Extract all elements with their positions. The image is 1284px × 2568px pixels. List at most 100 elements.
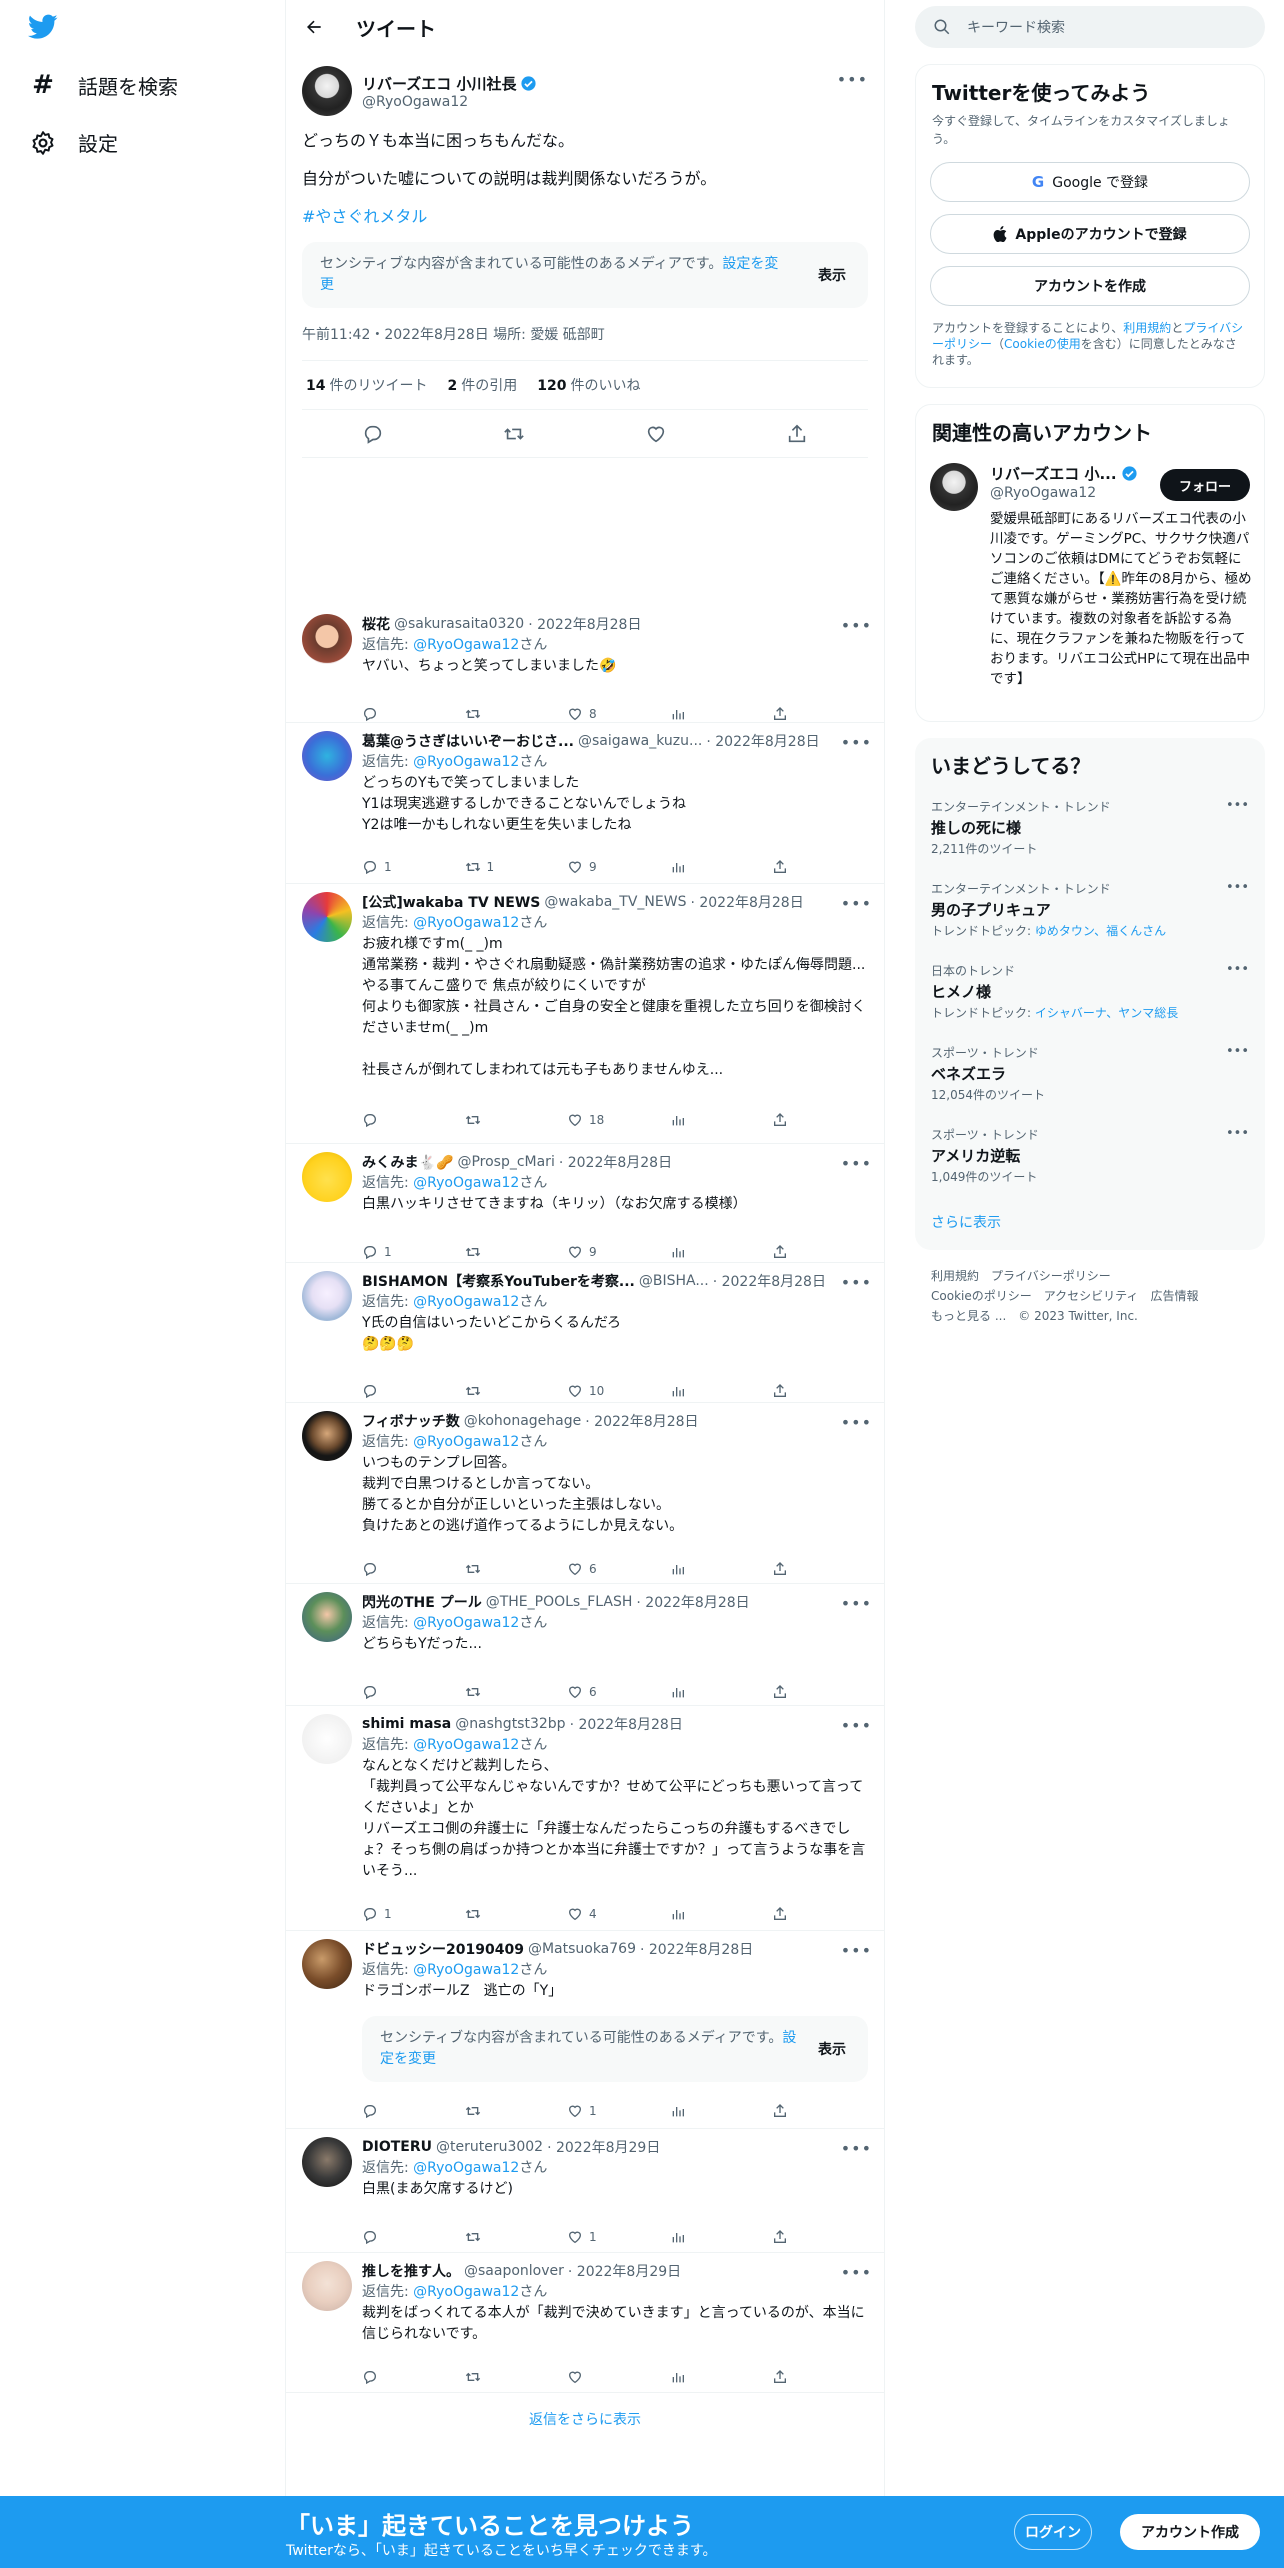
share-icon[interactable]	[772, 1906, 792, 1922]
more-options-icon[interactable]: •••	[837, 70, 868, 89]
reply-avatar[interactable]	[302, 1714, 352, 1764]
reply-icon[interactable]	[362, 2369, 422, 2385]
retweet-count-link[interactable]: 14 件のリツイート	[306, 375, 427, 395]
reply-icon[interactable]	[362, 706, 422, 722]
search-input[interactable]: キーワード検索	[967, 17, 1065, 37]
retweet-icon[interactable]	[465, 1561, 525, 1577]
like-icon[interactable]: 6	[567, 1561, 627, 1577]
retweet-icon[interactable]	[465, 2229, 525, 2245]
reply-avatar[interactable]	[302, 1939, 352, 1989]
replying-to-link[interactable]: @RyoOgawa12	[413, 1175, 519, 1191]
more-options-icon[interactable]: •••	[841, 1273, 872, 1292]
reply-author-handle[interactable]: @Matsuoka769	[528, 1941, 636, 1957]
views-icon[interactable]	[670, 1112, 730, 1128]
replying-to-link[interactable]: @RyoOgawa12	[413, 1434, 519, 1450]
reply-author-handle[interactable]: @kohonagehage	[464, 1413, 582, 1429]
reply-date[interactable]: · 2022年8月28日	[570, 1714, 683, 1734]
retweet-icon[interactable]: 1	[465, 859, 525, 875]
reply-avatar[interactable]	[302, 1271, 352, 1321]
reply-author-name[interactable]: 葛葉@うさぎはいいぞーおじさ...	[362, 731, 574, 751]
reply-tweet[interactable]: 閃光のTHE プール @THE_POOLs_FLASH · 2022年8月28日…	[286, 1584, 884, 1706]
share-icon[interactable]	[772, 1244, 792, 1260]
trend-topics[interactable]: ゆめタウン、福くんさん	[1035, 924, 1166, 938]
reply-author-name[interactable]: みくみま🐇🥜	[362, 1152, 453, 1172]
replying-to-link[interactable]: @RyoOgawa12	[413, 2160, 519, 2176]
reply-tweet[interactable]: 葛葉@うさぎはいいぞーおじさ... @saigawa_kuzu... · 202…	[286, 723, 884, 884]
like-icon[interactable]: 1	[567, 2229, 627, 2245]
more-options-icon[interactable]: •••	[1226, 1044, 1249, 1059]
reply-date[interactable]: · 2022年8月28日	[706, 731, 819, 751]
views-icon[interactable]	[670, 2103, 730, 2119]
cookie-link[interactable]: Cookieの使用	[1004, 337, 1081, 351]
reply-author-handle[interactable]: @wakaba_TV_NEWS	[544, 894, 686, 910]
more-options-icon[interactable]: •••	[1226, 880, 1249, 895]
reply-date[interactable]: · 2022年8月28日	[690, 892, 803, 912]
reply-avatar[interactable]	[302, 2137, 352, 2187]
trend-item[interactable]: 日本のトレンド ヒメノ様 トレンドトピック: イシャバーナ、ヤンマ総長 •••	[931, 962, 1249, 1021]
reply-avatar[interactable]	[302, 1592, 352, 1642]
reply-author-handle[interactable]: @Prosp_cMari	[457, 1154, 554, 1170]
retweet-icon[interactable]	[465, 1684, 525, 1700]
reply-icon[interactable]: 1	[362, 1244, 422, 1260]
more-options-icon[interactable]: •••	[841, 1716, 872, 1735]
reply-avatar[interactable]	[302, 2261, 352, 2311]
reply-tweet[interactable]: [公式]wakaba TV NEWS @wakaba_TV_NEWS · 202…	[286, 884, 884, 1144]
reply-author-handle[interactable]: @BISHA...	[639, 1273, 709, 1289]
quote-count-link[interactable]: 2 件の引用	[447, 375, 517, 395]
trend-item[interactable]: エンターテインメント・トレンド 推しの死に様 2,211件のツイート •••	[931, 798, 1249, 857]
more-options-icon[interactable]: •••	[841, 2139, 872, 2158]
footer-cookie[interactable]: Cookieのポリシー	[931, 1289, 1032, 1303]
reply-author-name[interactable]: shimi masa	[362, 1716, 451, 1732]
share-icon[interactable]	[772, 2369, 792, 2385]
reply-tweet[interactable]: DIOTERU @teruteru3002 · 2022年8月29日 返信先: …	[286, 2129, 884, 2253]
reply-tweet[interactable]: フィボナッチ数 @kohonagehage · 2022年8月28日 返信先: …	[286, 1403, 884, 1584]
related-avatar[interactable]	[930, 463, 978, 511]
reply-author-name[interactable]: 推しを推す人。	[362, 2261, 460, 2281]
views-icon[interactable]	[670, 859, 730, 875]
like-count-link[interactable]: 120 件のいいね	[537, 375, 640, 395]
reply-author-name[interactable]: [公式]wakaba TV NEWS	[362, 892, 540, 912]
search-box[interactable]: キーワード検索	[915, 6, 1265, 48]
back-arrow-icon[interactable]	[304, 17, 324, 37]
views-icon[interactable]	[670, 1561, 730, 1577]
share-icon[interactable]	[786, 423, 808, 445]
more-options-icon[interactable]: •••	[1226, 962, 1249, 977]
replying-to-link[interactable]: @RyoOgawa12	[413, 754, 519, 770]
retweet-icon[interactable]	[465, 1244, 525, 1260]
reply-avatar[interactable]	[302, 1411, 352, 1461]
retweet-icon[interactable]	[465, 1112, 525, 1128]
reply-tweet[interactable]: ドビュッシー20190409 @Matsuoka769 · 2022年8月28日…	[286, 1931, 884, 2129]
footer-terms[interactable]: 利用規約	[931, 1269, 979, 1283]
like-icon[interactable]: 1	[567, 2103, 627, 2119]
nav-explore[interactable]: # 話題を検索	[30, 70, 178, 100]
reply-author-name[interactable]: ドビュッシー20190409	[362, 1939, 524, 1959]
like-icon[interactable]: 8	[567, 706, 627, 722]
reply-author-name[interactable]: DIOTERU	[362, 2139, 432, 2155]
retweet-icon[interactable]	[465, 1906, 525, 1922]
reply-date[interactable]: · 2022年8月28日	[585, 1411, 698, 1431]
retweet-icon[interactable]	[465, 1383, 525, 1399]
nav-settings[interactable]: 設定	[30, 128, 118, 157]
views-icon[interactable]	[670, 2369, 730, 2385]
trend-item[interactable]: エンターテインメント・トレンド 男の子プリキュア トレンドトピック: ゆめタウン…	[931, 880, 1249, 939]
reply-avatar[interactable]	[302, 731, 352, 781]
views-icon[interactable]	[670, 1244, 730, 1260]
reply-icon[interactable]: 1	[362, 1906, 422, 1922]
retweet-icon[interactable]	[465, 2103, 525, 2119]
more-options-icon[interactable]: •••	[841, 733, 872, 752]
more-options-icon[interactable]: •••	[841, 2263, 872, 2282]
show-media-button[interactable]: 表示	[818, 265, 846, 285]
replying-to-link[interactable]: @RyoOgawa12	[413, 637, 519, 653]
focal-hashtag[interactable]: #やさぐれメタル	[302, 204, 868, 230]
like-icon[interactable]: 9	[567, 859, 627, 875]
tweet-timestamp[interactable]: 午前11:42・2022年8月28日 場所: 愛媛 砥部町	[302, 308, 868, 361]
show-more-replies-link[interactable]: 返信をさらに表示	[286, 2400, 884, 2440]
reply-icon[interactable]	[362, 2229, 422, 2245]
share-icon[interactable]	[772, 1561, 792, 1577]
trends-show-more[interactable]: さらに表示	[931, 1212, 1001, 1232]
reply-show-media-button[interactable]: 表示	[818, 2039, 846, 2059]
focal-author-handle[interactable]: @RyoOgawa12	[362, 94, 537, 110]
reply-date[interactable]: · 2022年8月28日	[559, 1152, 672, 1172]
more-options-icon[interactable]: •••	[841, 1594, 872, 1613]
reply-icon[interactable]: 1	[362, 859, 422, 875]
